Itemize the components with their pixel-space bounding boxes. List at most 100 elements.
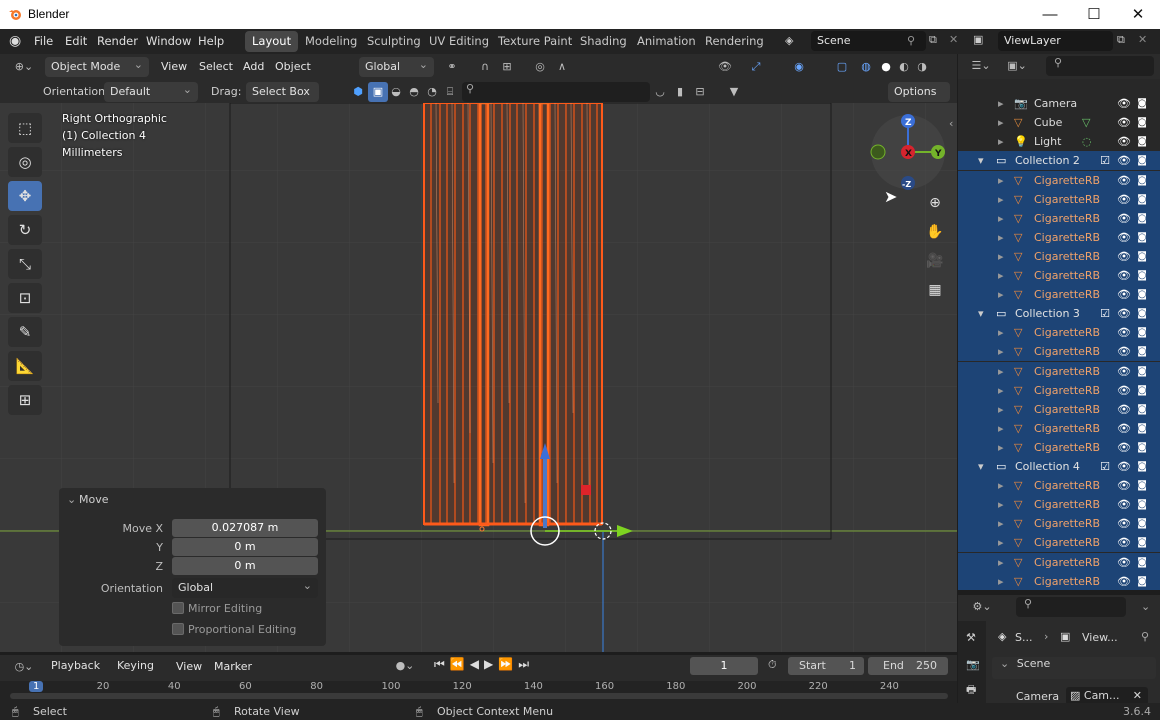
outliner-row-collection[interactable]: ▾ ▭ Collection 2 ☑ 👁 ◙ [958,151,1160,171]
keying-menu[interactable]: Keying [111,656,165,676]
marker-menu[interactable]: Marker [214,660,252,673]
outliner-row-object[interactable]: ▸ ▽ CigaretteRB 👁 ◙ [958,246,1160,266]
render-camera-icon[interactable]: ◙ [1137,151,1147,170]
timeline-editor-icon[interactable]: ◷⌄ [10,657,38,677]
close-button[interactable]: ✕ [1116,0,1160,29]
minimize-button[interactable]: — [1028,0,1072,29]
menu-file[interactable]: File [34,34,53,48]
menu-render[interactable]: Render [97,34,138,48]
tab-animation[interactable]: Animation [630,31,703,52]
expand-arrow-icon[interactable]: ▸ [998,94,1004,113]
snap-icon[interactable]: ∩ [475,57,495,77]
tab-sculpting[interactable]: Sculpting [360,31,428,52]
move-y-field[interactable]: 0 m [172,538,318,556]
stopwatch-icon[interactable]: ⏱ [768,658,777,672]
transform-tool-icon[interactable]: ⊡ [8,283,42,313]
collapse-icon[interactable]: ⌄ [67,493,76,506]
expand-arrow-icon[interactable]: ▸ [998,266,1004,285]
outliner-row-object[interactable]: ▸ ▽ CigaretteRB 👁 ◙ [958,418,1160,438]
visibility-eye-icon[interactable]: 👁 [1117,113,1131,132]
expand-arrow-icon[interactable]: ▸ [998,514,1004,533]
mode-icon-5[interactable]: ⌸ [440,82,460,102]
outliner-row-object[interactable]: ▸ ▽ CigaretteRB 👁 ◙ [958,170,1160,190]
sidebar-toggle-icon[interactable]: ‹ [949,117,953,130]
properties-search-input[interactable]: ⚲ [1016,597,1126,617]
render-camera-icon[interactable]: ◙ [1137,438,1147,457]
properties-options-icon[interactable]: ⌄ [1141,600,1150,613]
drag-dropdown[interactable]: Select Box [246,82,319,102]
outliner-row-object[interactable]: ▸ ▽ CigaretteRB 👁 ◙ [958,533,1160,553]
visibility-eye-icon[interactable]: 👁 [1117,132,1131,151]
proportional-editing-checkbox[interactable] [172,623,184,635]
collection-checkbox[interactable]: ☑ [1100,457,1110,476]
rotate-tool-icon[interactable]: ↻ [8,215,42,245]
play-reverse-icon[interactable]: ◀ [470,657,484,671]
expand-arrow-icon[interactable]: ▸ [998,400,1004,419]
expand-arrow-icon[interactable]: ▸ [998,132,1004,151]
visibility-eye-icon[interactable]: 👁 [1117,457,1131,476]
select-mode-icon[interactable]: ▣ [368,82,388,102]
cursor-tool-icon[interactable]: ◎ [8,147,42,177]
render-camera-icon[interactable]: ◙ [1137,476,1147,495]
expand-arrow-icon[interactable]: ▸ [998,495,1004,514]
object-type-visibility-icon[interactable]: ⬢ [348,82,368,102]
pivot-icon[interactable]: ⚭ [442,57,462,77]
outliner-search-input[interactable]: ⚲ [1046,56,1154,76]
outliner-row-object[interactable]: ▸ ▽ CigaretteRB 👁 ◙ [958,495,1160,515]
output-tab-icon[interactable]: 🖶 [966,681,986,700]
visibility-eye-icon[interactable]: 👁 [1117,342,1131,361]
render-camera-icon[interactable]: ◙ [1137,533,1147,552]
zoom-icon[interactable]: ⊕ [922,190,948,216]
render-tab-icon[interactable]: 📷 [966,658,986,671]
visibility-eye-icon[interactable]: 👁 [1117,151,1131,170]
jump-start-icon[interactable]: ⏮ [434,657,450,671]
filter-funnel-icon[interactable]: ▼ [724,82,744,102]
frame-ruler[interactable]: 1 20 40 60 80 100 120 140 160 180 200 220 240 [0,681,957,703]
outliner-row-object[interactable]: ▸ ▽ CigaretteRB 👁 ◙ [958,323,1160,343]
mode-icon-3[interactable]: ◓ [404,82,424,102]
visibility-eye-icon[interactable]: 👁 [1117,190,1131,209]
visibility-eye-icon[interactable]: 👁 [1117,495,1131,514]
collapse-arrow-icon[interactable]: ▾ [978,151,984,170]
outliner-row-object[interactable]: ▸ ▽ CigaretteRB 👁 ◙ [958,361,1160,381]
render-camera-icon[interactable]: ◙ [1137,247,1147,266]
overlay-icon[interactable]: ◉ [789,57,809,77]
tab-layout[interactable]: Layout [245,31,299,52]
outliner-row-object[interactable]: ▸ ▽ CigaretteRB 👁 ◙ [958,399,1160,419]
outliner-row-object[interactable]: ▸ ▽ CigaretteRB 👁 ◙ [958,571,1160,590]
visibility-eye-icon[interactable]: 👁 [1117,533,1131,552]
filter-icon-1[interactable]: ◡ [650,82,670,102]
visibility-eye-icon[interactable]: 👁 [1117,572,1131,590]
outliner-row-object[interactable]: ▸ ▽ CigaretteRB 👁 ◙ [958,380,1160,400]
expand-arrow-icon[interactable]: ▸ [998,228,1004,247]
collapse-arrow-icon[interactable]: ▾ [978,457,984,476]
render-camera-icon[interactable]: ◙ [1137,94,1147,113]
outliner-row-object[interactable]: ▸ ▽ CigaretteRB 👁 ◙ [958,227,1160,247]
render-camera-icon[interactable]: ◙ [1137,171,1147,190]
camera-view-icon[interactable]: 🎥 [922,248,948,274]
menu-help[interactable]: Help [198,34,224,48]
navigation-gizmo[interactable]: Z Y X -Z [870,112,948,190]
render-camera-icon[interactable]: ◙ [1137,190,1147,209]
visibility-eye-icon[interactable]: 👁 [1117,323,1131,342]
timeline-scrollbar[interactable] [10,693,948,699]
expand-arrow-icon[interactable]: ▸ [998,438,1004,457]
mirror-editing-checkbox[interactable] [172,602,184,614]
play-icon[interactable]: ▶ [484,657,498,671]
proportional-edit-icon[interactable]: ◎ [530,57,550,77]
viewlayer-icon[interactable]: ▣ [973,33,983,46]
menu-edit[interactable]: Edit [65,34,87,48]
orientation-dropdown[interactable]: Default [104,82,198,102]
render-camera-icon[interactable]: ◙ [1137,553,1147,572]
display-icon[interactable]: ⊟ [690,82,710,102]
collection-checkbox[interactable]: ☑ [1100,151,1110,170]
render-camera-icon[interactable]: ◙ [1137,113,1147,132]
record-icon[interactable]: ●⌄ [390,656,420,676]
collection-checkbox[interactable]: ☑ [1100,304,1110,323]
render-camera-icon[interactable]: ◙ [1137,495,1147,514]
display-mode-icon[interactable]: ▣⌄ [1004,56,1030,76]
visibility-eye-icon[interactable]: 👁 [1117,285,1131,304]
collapse-arrow-icon[interactable]: ▾ [978,304,984,323]
outliner-row-object[interactable]: ▸ ▽ CigaretteRB 👁 ◙ [958,437,1160,457]
visibility-eye-icon[interactable]: 👁 [1117,438,1131,457]
